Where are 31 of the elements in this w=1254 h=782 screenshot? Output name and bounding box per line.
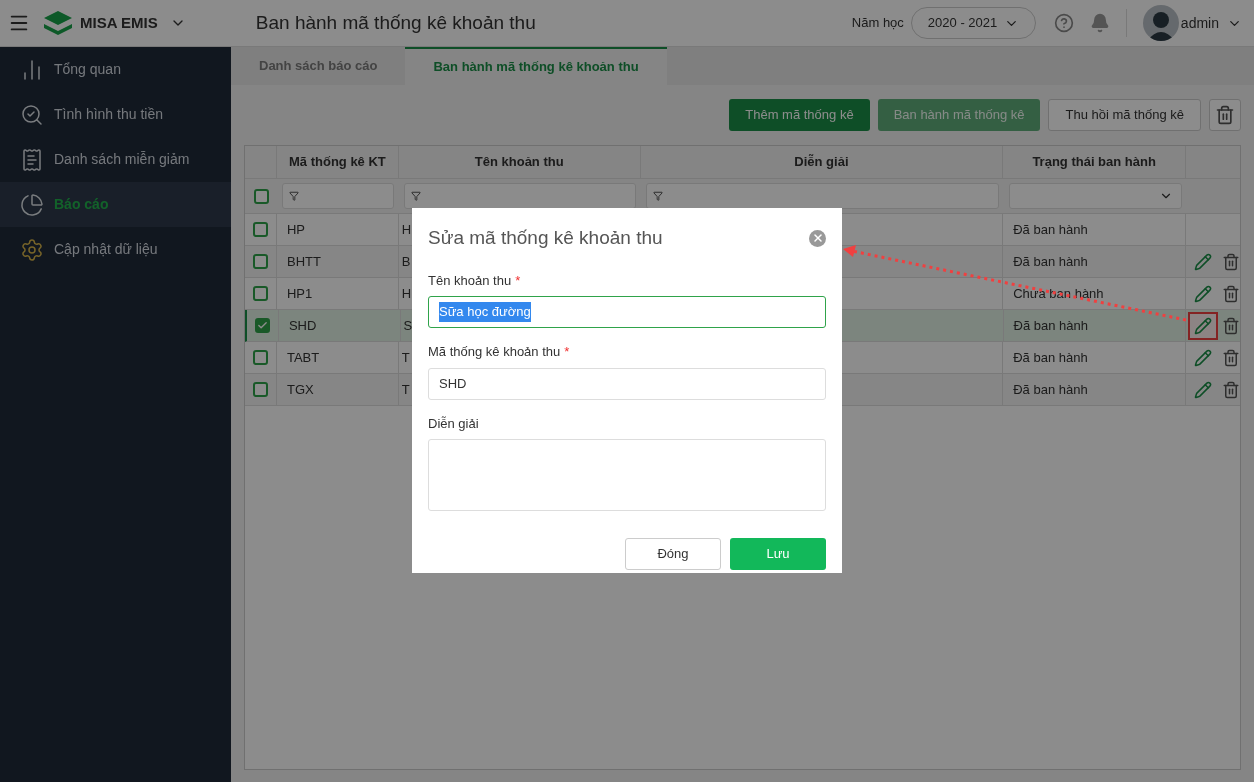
column-header: Diễn giải	[640, 146, 1004, 178]
table-cell-text: H	[401, 284, 412, 303]
table-cell-text: H	[401, 220, 412, 239]
table-cell-text: S	[403, 316, 413, 335]
field-label: Mã thống kê khoản thu	[428, 343, 561, 361]
year-label: Năm học	[851, 14, 904, 33]
field-label: Diễn giải	[428, 414, 479, 433]
table-cell-text: HP1	[286, 284, 313, 303]
column-header: Tên khoản thu	[398, 146, 641, 178]
table-cell-text: TGX	[286, 380, 314, 399]
table-cell-text: Đã ban hành	[1013, 316, 1088, 335]
page-title: Ban hành mã thống kê khoản thu	[255, 10, 536, 35]
required-mark: *	[515, 271, 521, 290]
table-cell-text: TABT	[286, 348, 320, 367]
brand-name: MISA EMIS	[80, 12, 158, 33]
table-cell-text: SHD	[288, 316, 317, 335]
table-cell-text: BHTT	[286, 252, 321, 271]
column-header: Trạng thái ban hành	[1003, 146, 1187, 178]
table-cell-text: Đã ban hành	[1013, 252, 1088, 271]
column-header: Mã thống kê KT	[276, 146, 399, 178]
table-cell-text: Đã ban hành	[1013, 220, 1088, 239]
table-cell-text: Đã ban hành	[1013, 380, 1088, 399]
field-label: Tên khoản thu	[428, 271, 512, 290]
table-cell-text: B	[401, 252, 411, 271]
table-cell-text: Chưa ban hành	[1013, 284, 1104, 303]
dialog-title: Sửa mã thống kê khoản thu	[428, 226, 663, 250]
table-cell-text: T	[401, 348, 410, 367]
table-cell-text: Đã ban hành	[1013, 348, 1088, 367]
table-cell-text: HP	[286, 220, 306, 239]
required-mark: *	[564, 343, 570, 361]
table-cell-text: T	[401, 380, 410, 399]
